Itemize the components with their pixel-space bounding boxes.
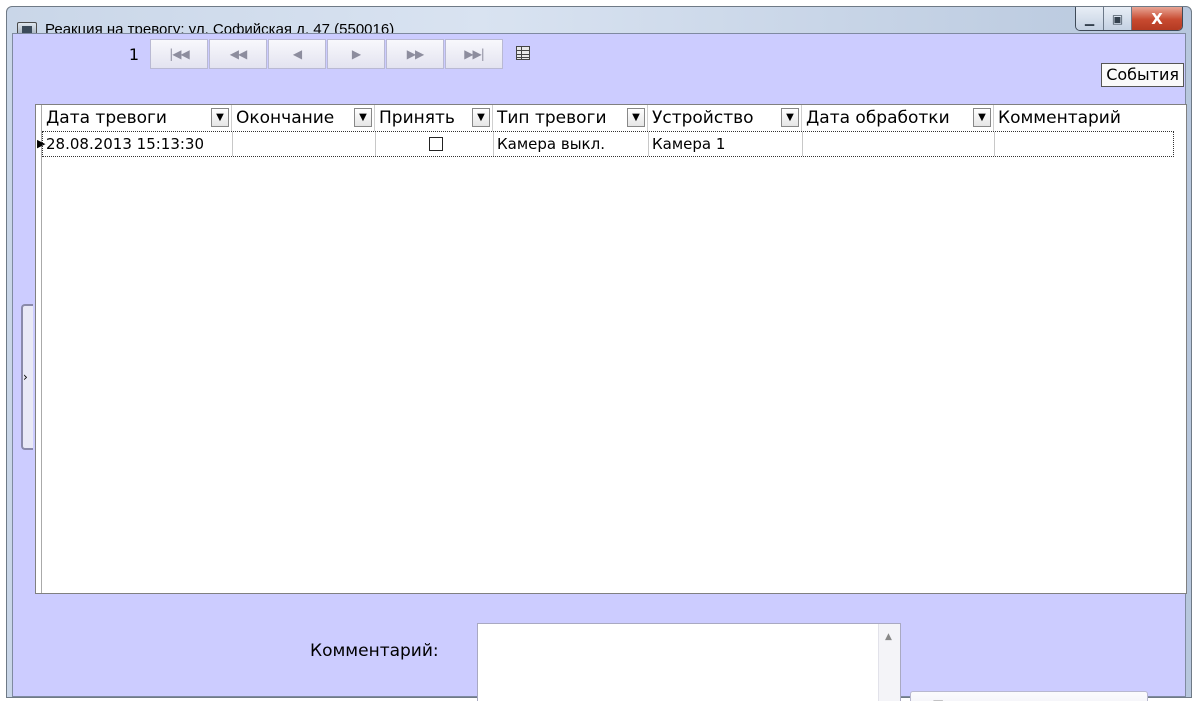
column-header-accept[interactable]: Принять ▼	[375, 105, 493, 131]
column-header-label: Дата тревоги	[46, 108, 167, 128]
close-button[interactable]: X	[1132, 7, 1182, 30]
filter-dropdown-icon[interactable]: ▼	[472, 108, 490, 127]
column-header-label: Комментарий	[998, 108, 1121, 128]
caption-buttons: ▁ ▣ X	[1075, 7, 1183, 31]
comment-scrollbar[interactable]: ▲ ▼	[878, 624, 900, 701]
row-selector-column	[36, 105, 42, 593]
next-page-group-button[interactable]: ▶▶	[386, 39, 444, 69]
cell-alarm-type[interactable]: Камера выкл.	[494, 132, 649, 156]
filter-dropdown-icon[interactable]: ▼	[973, 108, 991, 127]
next-page-icon: ▶	[351, 47, 361, 61]
cell-device[interactable]: Камера 1	[649, 132, 803, 156]
column-header-comment[interactable]: Комментарий	[994, 105, 1174, 131]
cell-alarm-date[interactable]: 28.08.2013 15:13:30	[43, 132, 233, 156]
filter-dropdown-icon[interactable]: ▼	[354, 108, 372, 127]
minimize-icon: ▁	[1084, 11, 1095, 26]
column-header-alarm-type[interactable]: Тип тревоги ▼	[493, 105, 648, 131]
prev-page-button[interactable]: ◀	[268, 39, 326, 69]
cell-processed-date[interactable]	[803, 132, 995, 156]
column-header-label: Принять	[379, 108, 455, 128]
first-page-icon: |◀◀	[169, 47, 189, 61]
minimize-button[interactable]: ▁	[1076, 7, 1104, 30]
cell-accept[interactable]	[376, 132, 494, 156]
events-button[interactable]: События	[1101, 63, 1184, 87]
alarms-grid: ▶ Дата тревоги ▼ Окончание ▼ Принять ▼ Тип …	[35, 104, 1187, 594]
comment-label: Комментарий:	[310, 641, 439, 661]
alarm-reaction-window: Реакция на тревогу: ул. Софийская д. 47 …	[6, 6, 1192, 701]
filter-dropdown-icon[interactable]: ▼	[781, 108, 799, 127]
next-page-group-icon: ▶▶	[406, 47, 424, 61]
column-header-label: Окончание	[236, 108, 335, 128]
table-row[interactable]: 28.08.2013 15:13:30 Камера выкл. Камера …	[42, 131, 1174, 157]
cell-comment[interactable]	[995, 132, 1173, 156]
next-page-button[interactable]: ▶	[327, 39, 385, 69]
column-header-label: Устройство	[652, 108, 754, 128]
data-navigator: 1 |◀◀ ◀◀ ◀ ▶ ▶▶ ▶▶|	[13, 34, 1185, 72]
current-page-number: 1	[128, 45, 139, 64]
prev-page-group-button[interactable]: ◀◀	[209, 39, 267, 69]
column-header-label: Дата обработки	[806, 108, 950, 128]
column-chooser-icon[interactable]	[516, 46, 530, 60]
filter-dropdown-icon[interactable]: ▼	[627, 108, 645, 127]
last-page-icon: ▶▶|	[464, 47, 484, 61]
scroll-up-icon[interactable]: ▲	[885, 632, 892, 642]
column-header-alarm-date[interactable]: Дата тревоги ▼	[42, 105, 232, 131]
last-page-button[interactable]: ▶▶|	[445, 39, 503, 69]
expand-arrow-icon[interactable]: ›	[23, 370, 28, 384]
accept-selected-button[interactable]: Принять выделенные	[910, 691, 1148, 701]
column-header-processed-date[interactable]: Дата обработки ▼	[802, 105, 994, 131]
first-page-button[interactable]: |◀◀	[150, 39, 208, 69]
maximize-button[interactable]: ▣	[1104, 7, 1132, 30]
cell-end[interactable]	[233, 132, 376, 156]
comment-textarea[interactable]: ▲ ▼	[477, 623, 901, 701]
column-header-label: Тип тревоги	[497, 108, 607, 128]
column-header-device[interactable]: Устройство ▼	[648, 105, 802, 131]
grid-header: Дата тревоги ▼ Окончание ▼ Принять ▼ Тип тр…	[42, 105, 1174, 131]
prev-page-icon: ◀	[292, 47, 302, 61]
close-icon: X	[1151, 9, 1163, 28]
column-header-end[interactable]: Окончание ▼	[232, 105, 375, 131]
maximize-icon: ▣	[1111, 11, 1124, 26]
filter-dropdown-icon[interactable]: ▼	[211, 108, 229, 127]
prev-page-group-icon: ◀◀	[229, 47, 247, 61]
accept-checkbox[interactable]	[429, 137, 443, 151]
